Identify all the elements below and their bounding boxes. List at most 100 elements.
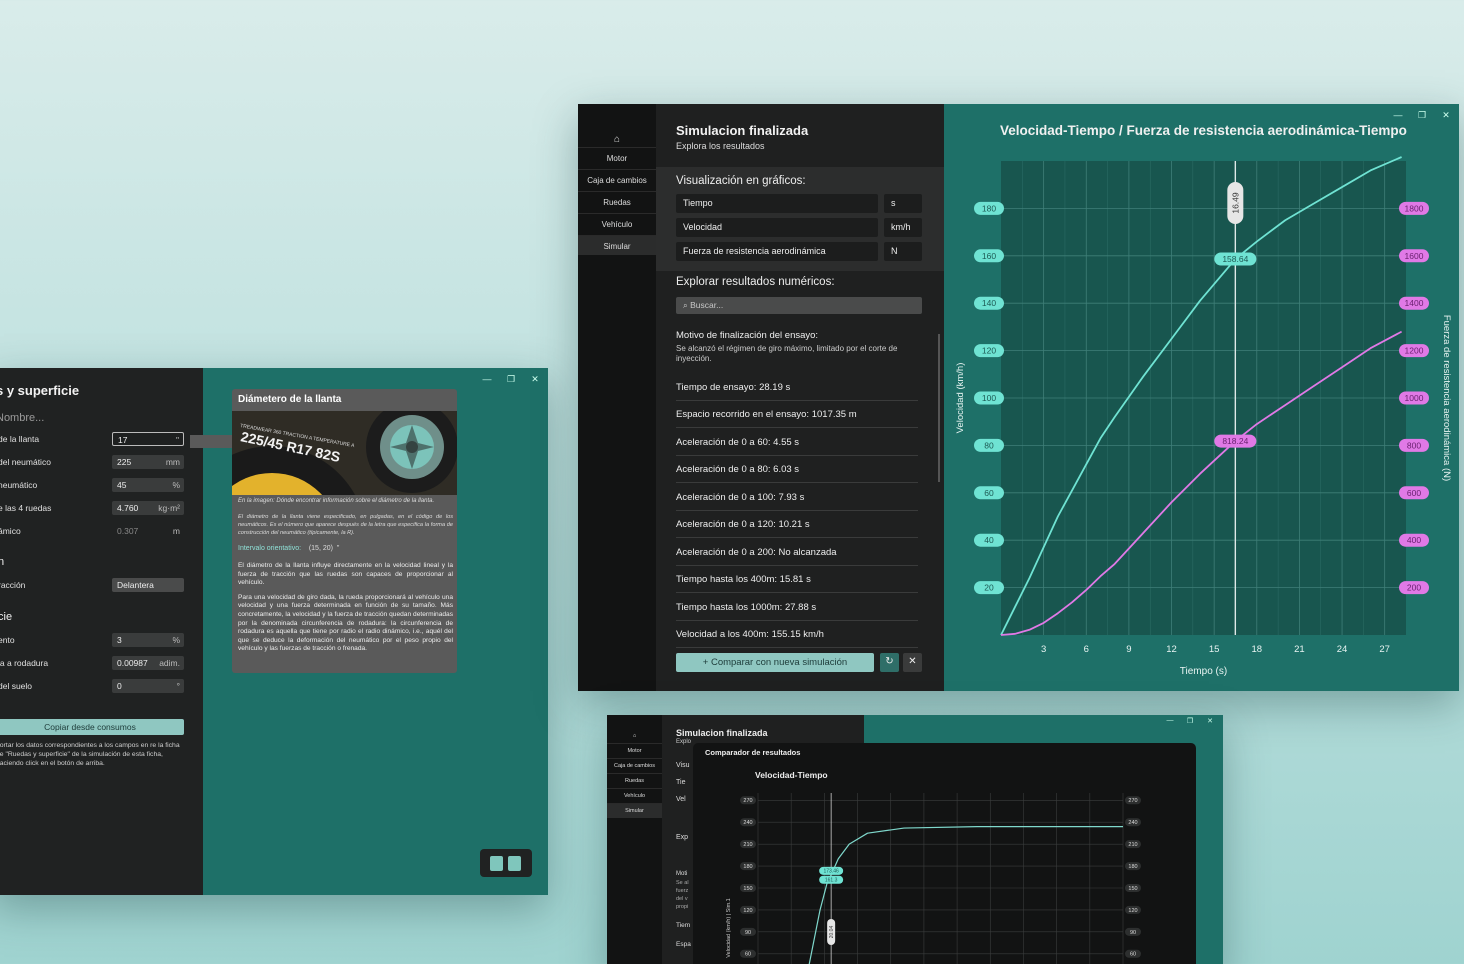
copy-from-consumption-button[interactable]: Copiar desde consumos xyxy=(0,719,184,735)
sidebar-item-vehicle[interactable]: Vehículo xyxy=(607,788,662,803)
unit-time[interactable]: s xyxy=(884,194,922,213)
field-row: ento 3% xyxy=(0,633,190,649)
variable-speed[interactable]: Velocidad xyxy=(676,218,878,237)
results-comparator-modal: Comparador de resultados Velocidad-Tiemp… xyxy=(693,743,1196,964)
results-panel: Simulacion finalizada Explora los result… xyxy=(656,104,944,691)
section-heading: n xyxy=(0,556,5,568)
minimize-icon[interactable]: — xyxy=(1393,110,1403,121)
interval-info: Intervalo orientativo: (15, 20) " xyxy=(238,545,340,552)
y-tick-label: 90 xyxy=(745,930,751,936)
x-tick-label: 15 xyxy=(1209,644,1220,655)
sidebar-item-motor[interactable]: Motor xyxy=(607,743,662,758)
result-item: Tiempo hasta los 1000m: 27.88 s xyxy=(676,594,918,621)
field-label: e las 4 ruedas xyxy=(0,503,52,513)
y-tick-label: 20 xyxy=(984,583,994,593)
sidebar-item-motor[interactable]: Motor xyxy=(578,147,656,167)
close-icon[interactable]: ✕ xyxy=(1205,717,1215,725)
close-icon[interactable]: ✕ xyxy=(530,374,540,385)
tire-sidewall-image: TREADWEAR 360 TRACTION A TEMPERATURE A 2… xyxy=(232,411,457,495)
x-tick-label: 12 xyxy=(1166,644,1177,655)
tire-settings-window: — ❐ ✕ s y superficie Nombre... de la lla… xyxy=(0,368,548,895)
x-tick-label: 3 xyxy=(1041,644,1046,655)
refresh-icon[interactable]: ↻ xyxy=(880,653,899,672)
sidebar-item-wheels[interactable]: Ruedas xyxy=(578,191,656,211)
tooltip-caption: En la imagen: Dónde encontrar informació… xyxy=(238,498,435,504)
comparison-speed-chart[interactable]: 3030606090901201201501501801802102102402… xyxy=(693,743,1196,964)
cursor-time-label: 20.04 xyxy=(829,926,835,939)
rolling-resistance-input[interactable]: 0.00987 adim. xyxy=(112,656,184,670)
speed-series-line xyxy=(808,826,1123,964)
x-tick-label: 27 xyxy=(1379,644,1390,655)
y-tick-label: 180 xyxy=(743,864,752,870)
maximize-icon[interactable]: ❐ xyxy=(506,374,516,385)
y-tick-label: 150 xyxy=(743,886,752,892)
y2-tick-label: 800 xyxy=(1407,440,1421,450)
traction-select[interactable]: Delantera xyxy=(112,578,184,592)
unit-speed[interactable]: km/h xyxy=(884,218,922,237)
field-row: e las 4 ruedas 4.760 kg·m² xyxy=(0,501,190,517)
variable-time[interactable]: Tiempo xyxy=(676,194,878,213)
close-icon[interactable]: ✕ xyxy=(903,653,922,672)
paste-icon xyxy=(508,856,521,871)
ghost-label: propi xyxy=(676,904,689,910)
ghost-label: Moti xyxy=(676,871,688,877)
y-tick-label: 240 xyxy=(743,820,752,826)
y-tick-label: 120 xyxy=(743,908,752,914)
section-heading: cie xyxy=(0,611,13,623)
speed-drag-chart[interactable]: 3 6 9 12 15 18 21 24 27 20 40 60 80 100 120 140 160 180 20… xyxy=(944,104,1459,691)
y2-tick-label: 270 xyxy=(1128,798,1137,804)
sidebar-item-simulate[interactable]: Simular xyxy=(578,235,656,255)
cursor-time-label: 16.49 xyxy=(1230,192,1240,214)
x-tick-label: 24 xyxy=(1337,644,1348,655)
ghost-label: Espa xyxy=(676,941,691,948)
y-tick-label: 40 xyxy=(984,535,994,545)
tire-aspect-input[interactable]: 45% xyxy=(112,478,184,492)
tooltip-connector xyxy=(190,435,232,448)
field-row: de la llanta 17 " xyxy=(0,432,190,448)
sidebar-item-gearbox[interactable]: Caja de cambios xyxy=(578,169,656,189)
home-icon[interactable]: ⌂ xyxy=(578,128,656,148)
maximize-icon[interactable]: ❐ xyxy=(1185,717,1195,725)
home-icon[interactable]: ⌂ xyxy=(607,729,662,744)
search-input[interactable]: ⌕ Buscar... xyxy=(676,297,922,314)
slip-input[interactable]: 3% xyxy=(112,633,184,647)
minimize-icon[interactable]: — xyxy=(1165,717,1175,725)
sidebar-item-simulate[interactable]: Simular xyxy=(607,803,662,818)
result-item: Espacio recorrido en el ensayo: 1017.35 … xyxy=(676,401,918,428)
ghost-label: Tie xyxy=(676,779,686,786)
page-title: Simulacion finalizada xyxy=(676,123,809,138)
compare-simulation-button[interactable]: + Comparar con nueva simulación xyxy=(676,653,874,672)
rim-diameter-input[interactable]: 17 " xyxy=(112,432,184,446)
copy-clipboard-button[interactable] xyxy=(480,849,532,877)
variable-drag-force[interactable]: Fuerza de resistencia aerodinámica xyxy=(676,242,878,261)
sidebar-item-vehicle[interactable]: Vehículo xyxy=(578,213,656,233)
x-tick-label: 9 xyxy=(1126,644,1131,655)
field-label: de la llanta xyxy=(0,434,40,444)
unit-drag-force[interactable]: N xyxy=(884,242,922,261)
field-row: racción Delantera xyxy=(0,578,190,594)
sidebar-item-gearbox[interactable]: Caja de cambios xyxy=(607,758,662,773)
tire-width-input[interactable]: 225 mm xyxy=(112,455,184,469)
page-title: Simulacion finalizada xyxy=(676,728,768,738)
sidebar-item-wheels[interactable]: Ruedas xyxy=(607,773,662,788)
window-controls: — ❐ ✕ xyxy=(482,374,540,385)
cursor-speed-label: 158.64 xyxy=(1222,254,1248,264)
section-label: Visualización en gráficos: xyxy=(676,175,806,187)
panel-title: s y superficie xyxy=(0,383,80,398)
field-label: del suelo xyxy=(0,681,33,691)
page-subtitle: Explora los resultados xyxy=(676,141,765,151)
ground-slope-input[interactable]: 0 ° xyxy=(112,679,184,693)
wheel-inertia-input[interactable]: 4.760 kg·m² xyxy=(112,501,184,515)
maximize-icon[interactable]: ❐ xyxy=(1417,110,1427,121)
results-scrollbar[interactable] xyxy=(938,334,940,482)
y2-tick-label: 1000 xyxy=(1405,393,1424,403)
field-row: del neumático 225 mm xyxy=(0,455,190,471)
y2-tick-label: 150 xyxy=(1128,886,1137,892)
y2-tick-label: 210 xyxy=(1128,842,1137,848)
close-icon[interactable]: ✕ xyxy=(1441,110,1451,121)
y2-axis-label: Fuerza de resistencia aerodinámica (N) xyxy=(1441,315,1452,481)
name-input[interactable]: Nombre... xyxy=(0,412,44,424)
x-tick-label: 6 xyxy=(1084,644,1089,655)
ghost-label: Exp xyxy=(676,834,689,841)
minimize-icon[interactable]: — xyxy=(482,374,492,385)
